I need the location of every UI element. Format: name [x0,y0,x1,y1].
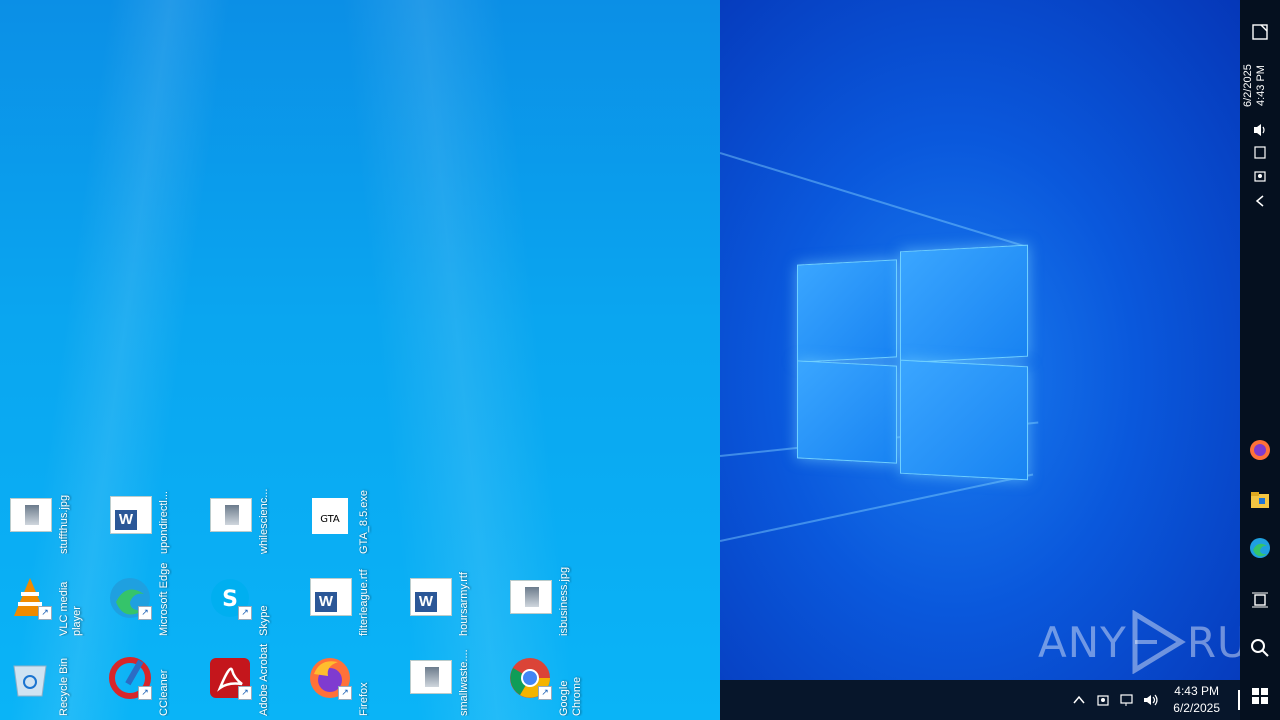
desktop-icon[interactable]: Recycle Bin [0,638,100,718]
desktop-icon-label: smallwaste.... [458,649,470,716]
watermark-left-text: ANY [1038,617,1127,667]
desktop-icon[interactable]: ↗ Google Chrome [500,638,600,718]
image-file-icon [508,576,552,620]
task-view-icon[interactable] [1248,588,1272,612]
image-file-icon [408,656,452,700]
desktop-icon[interactable]: isbusiness.jpg [500,558,600,638]
clock-time: 4:43 PM [1174,684,1219,698]
meet-now-icon[interactable] [1248,164,1272,188]
shortcut-arrow-icon: ↗ [138,606,152,620]
notification-icon[interactable] [1248,20,1272,44]
desktop-icon-label: upondirectl... [158,491,170,554]
svg-text:GTA: GTA [320,514,340,525]
desktop-icon[interactable]: Wupondirectl... [100,476,200,556]
desktop-icon-label: Microsoft Edge [158,562,170,636]
desktop-icon-label: Firefox [358,682,370,716]
skype-icon: S ↗ [208,576,252,620]
side-clock-time: 4:43 PM [1255,65,1267,107]
chevron-up-icon[interactable] [1070,691,1088,709]
volume-icon[interactable] [1248,118,1272,142]
desktop-icon-label: VLC media player [58,581,83,636]
desktop-icon[interactable]: ↗ Firefox [300,638,400,718]
desktop-icon-label: hoursarmy.rtf [458,572,470,636]
desktop-icon[interactable]: Wfilterleague.rtf [300,558,400,638]
desktop-icon-label: stuffthus.jpg [58,494,70,554]
clock-date: 6/2/2025 [1173,701,1220,715]
file-explorer-icon[interactable] [1248,488,1272,512]
meet-now-icon[interactable] [1094,691,1112,709]
taskbar-side: 6/2/2025 4:43 PM [1240,0,1280,720]
image-file-icon [208,494,252,538]
shortcut-arrow-icon: ↗ [238,606,252,620]
side-clock-date: 6/2/2025 [1242,64,1254,108]
network-icon[interactable] [1118,691,1136,709]
edge-icon[interactable] [1248,536,1272,560]
desktop-icon-label: isbusiness.jpg [558,566,570,636]
chrome-icon: ↗ [508,656,552,700]
desktop-icon[interactable]: whilescienc... [200,476,300,556]
side-clock[interactable]: 6/2/2025 4:43 PM [1242,60,1278,112]
desktop-icon-label: whilescienc... [258,488,270,554]
desktop-icon[interactable]: GTA GTA_8.5.exe [300,476,400,556]
desktop-icon[interactable]: ↗ Adobe Acrobat [200,638,300,718]
shortcut-arrow-icon: ↗ [138,686,152,700]
desktop-wallpaper [720,0,1240,680]
desktop-icon[interactable]: ↗ Microsoft Edge [100,558,200,638]
taskbar-bottom: 4:43 PM 6/2/2025 [720,680,1240,720]
desktop-icon-label: Skype [258,605,270,636]
gta-app-icon: GTA [308,494,352,538]
desktop-icon-label: filterleague.rtf [358,569,370,636]
desktop-icon[interactable]: smallwaste.... [400,638,500,718]
word-document-icon: W [108,494,152,538]
desktop-icon-label: CCleaner [158,669,170,716]
desktop-icon[interactable]: ↗ VLC media player [0,558,100,638]
desktop-icon[interactable]: Whoursarmy.rtf [400,558,500,638]
desktop-icon-label: Google Chrome [558,676,583,716]
taskbar-clock[interactable]: 4:43 PM 6/2/2025 [1173,683,1220,717]
acrobat-icon: ↗ [208,656,252,700]
play-logo-icon [1132,610,1186,674]
shortcut-arrow-icon: ↗ [38,606,52,620]
shortcut-arrow-icon: ↗ [238,686,252,700]
edge-icon: ↗ [108,576,152,620]
desktop-left: stuffthus.jpg Wupondirectl... whilescienc.… [0,0,720,720]
vlc-icon: ↗ [8,576,52,620]
firefox-icon: ↗ [308,656,352,700]
network-icon[interactable] [1248,141,1272,165]
word-document-icon: W [308,576,352,620]
search-icon[interactable] [1248,636,1272,660]
desktop-icon-label: GTA_8.5.exe [358,490,370,554]
chevron-left-icon[interactable] [1248,189,1272,213]
desktop-icon[interactable]: stuffthus.jpg [0,476,100,556]
shortcut-arrow-icon: ↗ [538,686,552,700]
desktop-icon-label: Recycle Bin [58,657,70,716]
start-icon[interactable] [1248,684,1272,708]
desktop-icon[interactable]: ↗ CCleaner [100,638,200,718]
desktop-icon[interactable]: S ↗ Skype [200,558,300,638]
svg-text:S: S [222,587,238,612]
light-ray [720,473,1034,542]
word-document-icon: W [408,576,452,620]
volume-icon[interactable] [1142,691,1160,709]
image-file-icon [8,494,52,538]
recycle-bin-icon [8,656,52,700]
firefox-icon[interactable] [1248,438,1272,462]
shortcut-arrow-icon: ↗ [338,686,352,700]
desktop-icon-label: Adobe Acrobat [258,643,270,716]
light-ray [720,152,1027,248]
ccleaner-icon: ↗ [108,656,152,700]
